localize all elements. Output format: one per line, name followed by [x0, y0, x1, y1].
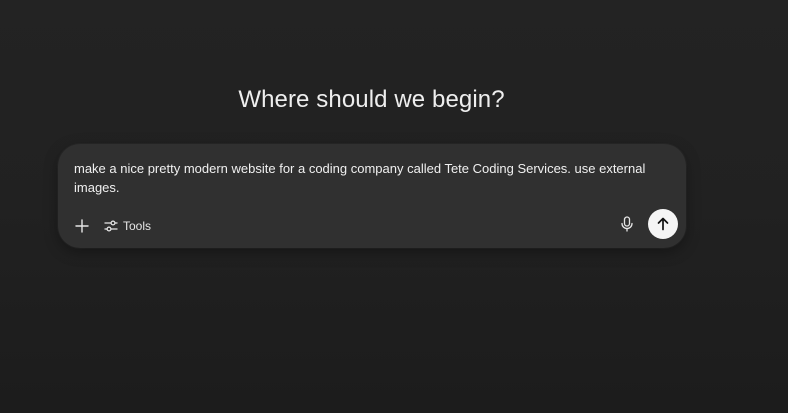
- sliders-icon: [104, 220, 118, 232]
- add-button[interactable]: [72, 216, 92, 236]
- tools-label: Tools: [123, 219, 152, 233]
- send-button[interactable]: [648, 209, 678, 239]
- microphone-icon: [621, 216, 633, 232]
- composer-toolbar-left: Tools: [72, 214, 153, 238]
- arrow-up-icon: [657, 217, 669, 231]
- prompt-input[interactable]: make a nice pretty modern website for a …: [74, 159, 664, 197]
- page-title: Where should we begin?: [238, 86, 505, 113]
- tools-button[interactable]: Tools: [102, 217, 153, 235]
- page: Where should we begin? make a nice prett…: [0, 0, 788, 413]
- plus-icon: [75, 219, 89, 233]
- composer-toolbar-right: [615, 209, 678, 239]
- dictate-button[interactable]: [615, 212, 639, 236]
- prompt-composer: make a nice pretty modern website for a …: [58, 144, 686, 248]
